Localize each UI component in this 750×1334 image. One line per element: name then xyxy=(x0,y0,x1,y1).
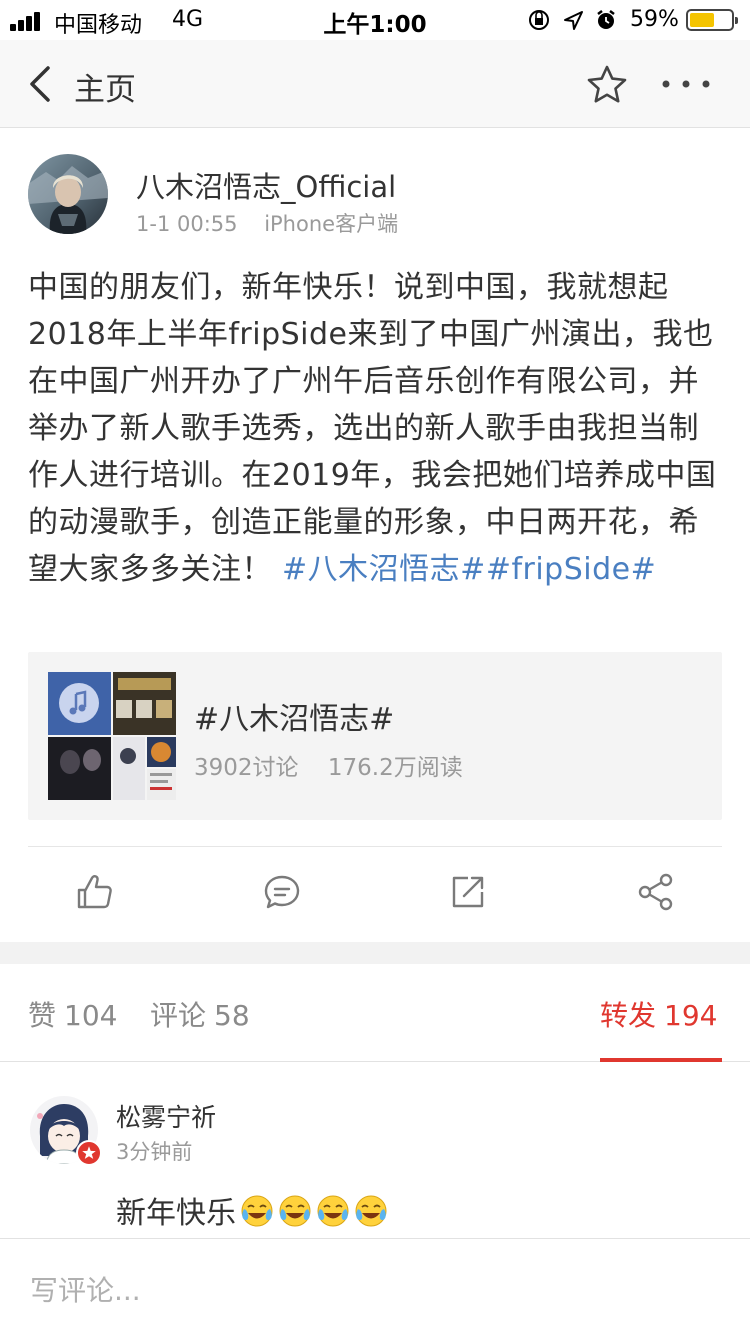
tab-likes-label: 赞 xyxy=(28,999,57,1032)
post-source: iPhone客户端 xyxy=(264,212,399,236)
verified-badge-icon xyxy=(76,1140,102,1166)
alarm-icon xyxy=(597,10,615,29)
topic-title: #八木沼悟志# xyxy=(194,702,395,737)
chevron-left-icon[interactable] xyxy=(24,62,64,106)
battery-percent: 59% xyxy=(630,7,679,32)
interaction-tabs: 赞 104 评论 58 转发 194 xyxy=(0,964,750,1062)
laughing-crying-emoji-icon xyxy=(355,1195,387,1227)
comment-input-bar[interactable]: 写评论... xyxy=(0,1238,750,1334)
post-hashtags[interactable]: #八木沼悟志##fripSide# xyxy=(282,552,656,587)
thumbs-up-icon[interactable] xyxy=(74,872,114,912)
orientation-lock-icon xyxy=(529,10,549,30)
topic-reads: 176.2万阅读 xyxy=(327,755,463,781)
laughing-crying-emoji-icon xyxy=(317,1195,349,1227)
star-icon[interactable] xyxy=(586,64,628,106)
post-meta: 1-1 00:55 iPhone客户端 xyxy=(136,208,398,238)
comment-icon[interactable] xyxy=(262,872,302,912)
post-body: 中国的朋友们，新年快乐！说到中国，我就想起2018年上半年fripSide来到了… xyxy=(28,264,724,593)
tab-reposts-count: 194 xyxy=(664,999,718,1032)
topic-discussions: 3902讨论 xyxy=(194,755,299,781)
status-icons xyxy=(529,10,615,30)
comment-time: 3分钟前 xyxy=(116,1140,193,1164)
battery-icon xyxy=(686,9,738,31)
topic-card[interactable]: #八木沼悟志# 3902讨论 176.2万阅读 xyxy=(28,652,722,820)
share-icon[interactable] xyxy=(636,872,676,912)
section-gap xyxy=(0,942,750,964)
tab-comments-label: 评论 xyxy=(150,999,207,1032)
tab-reposts[interactable]: 转发 194 xyxy=(600,994,717,1034)
post-text: 中国的朋友们，新年快乐！说到中国，我就想起2018年上半年fripSide来到了… xyxy=(28,270,717,587)
author-avatar[interactable] xyxy=(28,154,108,234)
comment-input[interactable]: 写评论... xyxy=(30,1269,141,1309)
active-tab-indicator xyxy=(600,1058,722,1062)
back-to-home-label[interactable]: 主页 xyxy=(74,64,136,109)
commenter-name[interactable]: 松雾宁祈 xyxy=(116,1098,216,1134)
navigation-bar: 主页 xyxy=(0,40,750,128)
topic-thumbnail xyxy=(48,672,176,800)
tab-reposts-label: 转发 xyxy=(600,999,657,1032)
author-name[interactable]: 八木沼悟志_Official xyxy=(136,164,396,206)
status-bar: 中国移动 4G 上午1:00 59% xyxy=(0,0,750,40)
comment-body: 新年快乐 xyxy=(116,1196,236,1231)
tab-comments-count: 58 xyxy=(214,999,250,1032)
comment-text: 新年快乐 xyxy=(116,1188,388,1232)
more-icon[interactable] xyxy=(660,74,712,94)
divider xyxy=(28,846,722,847)
repost-icon[interactable] xyxy=(448,872,488,912)
tab-likes-count: 104 xyxy=(64,999,118,1032)
laughing-crying-emoji-icon xyxy=(279,1195,311,1227)
tab-comments[interactable]: 评论 58 xyxy=(150,994,250,1034)
laughing-crying-emoji-icon xyxy=(241,1195,273,1227)
location-icon xyxy=(564,11,583,30)
post-actions xyxy=(0,848,750,942)
topic-stats: 3902讨论 176.2万阅读 xyxy=(194,748,463,782)
tab-likes[interactable]: 赞 104 xyxy=(28,994,117,1034)
post-date: 1-1 00:55 xyxy=(136,212,238,236)
